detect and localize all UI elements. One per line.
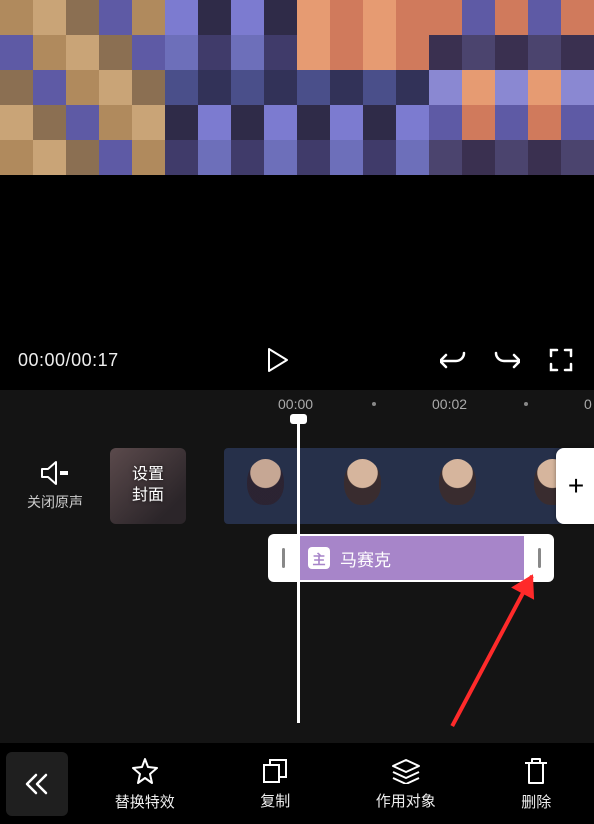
redo-button[interactable] <box>492 345 522 375</box>
speaker-icon <box>40 460 70 486</box>
back-button[interactable] <box>6 752 68 816</box>
ruler-tick-0: 00:00 <box>278 396 313 412</box>
undo-icon <box>440 349 466 371</box>
set-cover-button[interactable]: 设置 封面 <box>110 448 186 524</box>
replace-effect-button[interactable]: 替换特效 <box>115 757 175 812</box>
plus-icon: + <box>568 470 584 502</box>
clip-thumbnail <box>317 448 410 524</box>
redo-icon <box>494 349 520 371</box>
undo-button[interactable] <box>438 345 468 375</box>
mute-label: 关闭原声 <box>27 492 83 512</box>
effect-trim-handle-left[interactable] <box>268 534 298 582</box>
clip-thumbnail <box>224 448 317 524</box>
ruler-minor-tick <box>524 402 528 406</box>
clip-thumbnail <box>409 448 502 524</box>
play-button[interactable] <box>263 345 293 375</box>
star-icon <box>131 757 159 785</box>
mute-original-audio[interactable]: 关闭原声 <box>12 460 98 512</box>
video-preview <box>0 0 594 175</box>
apply-target-button[interactable]: 作用对象 <box>376 758 436 811</box>
effect-clip-body[interactable]: 主 马赛克 <box>298 534 524 582</box>
annotation-arrow <box>450 575 533 727</box>
tool-label: 替换特效 <box>115 791 175 812</box>
mosaic-effect <box>0 0 594 175</box>
playhead[interactable] <box>297 418 300 723</box>
delete-button[interactable]: 删除 <box>521 757 551 812</box>
preview-letterbox <box>0 175 594 330</box>
effect-clip[interactable]: 主 马赛克 <box>268 534 554 582</box>
tool-label: 删除 <box>521 791 551 812</box>
effect-name: 马赛克 <box>340 546 391 571</box>
ruler-tick-2: 0 <box>584 396 592 412</box>
copy-icon <box>262 758 288 784</box>
total-time: 00:17 <box>71 350 119 370</box>
tool-label: 作用对象 <box>376 790 436 811</box>
player-controls: 00:00/00:17 <box>0 330 594 390</box>
tool-label: 复制 <box>260 790 290 811</box>
video-clip[interactable] <box>224 448 594 524</box>
current-time: 00:00 <box>18 350 66 370</box>
copy-button[interactable]: 复制 <box>260 758 290 811</box>
add-clip-button[interactable]: + <box>556 448 594 524</box>
ruler-tick-1: 00:02 <box>432 396 467 412</box>
layers-icon <box>391 758 421 784</box>
effect-badge: 主 <box>308 547 330 569</box>
time-display: 00:00/00:17 <box>18 350 119 371</box>
trash-icon <box>523 757 549 785</box>
fullscreen-button[interactable] <box>546 345 576 375</box>
chevron-double-left-icon <box>25 773 49 795</box>
bottom-toolbar: 替换特效 复制 作用对象 删除 <box>0 744 594 824</box>
ruler-minor-tick <box>372 402 376 406</box>
fullscreen-icon <box>549 348 573 372</box>
cover-label: 设置 封面 <box>132 465 164 507</box>
timeline[interactable]: 关闭原声 设置 封面 + 主 <box>0 418 594 743</box>
play-icon <box>267 347 289 373</box>
